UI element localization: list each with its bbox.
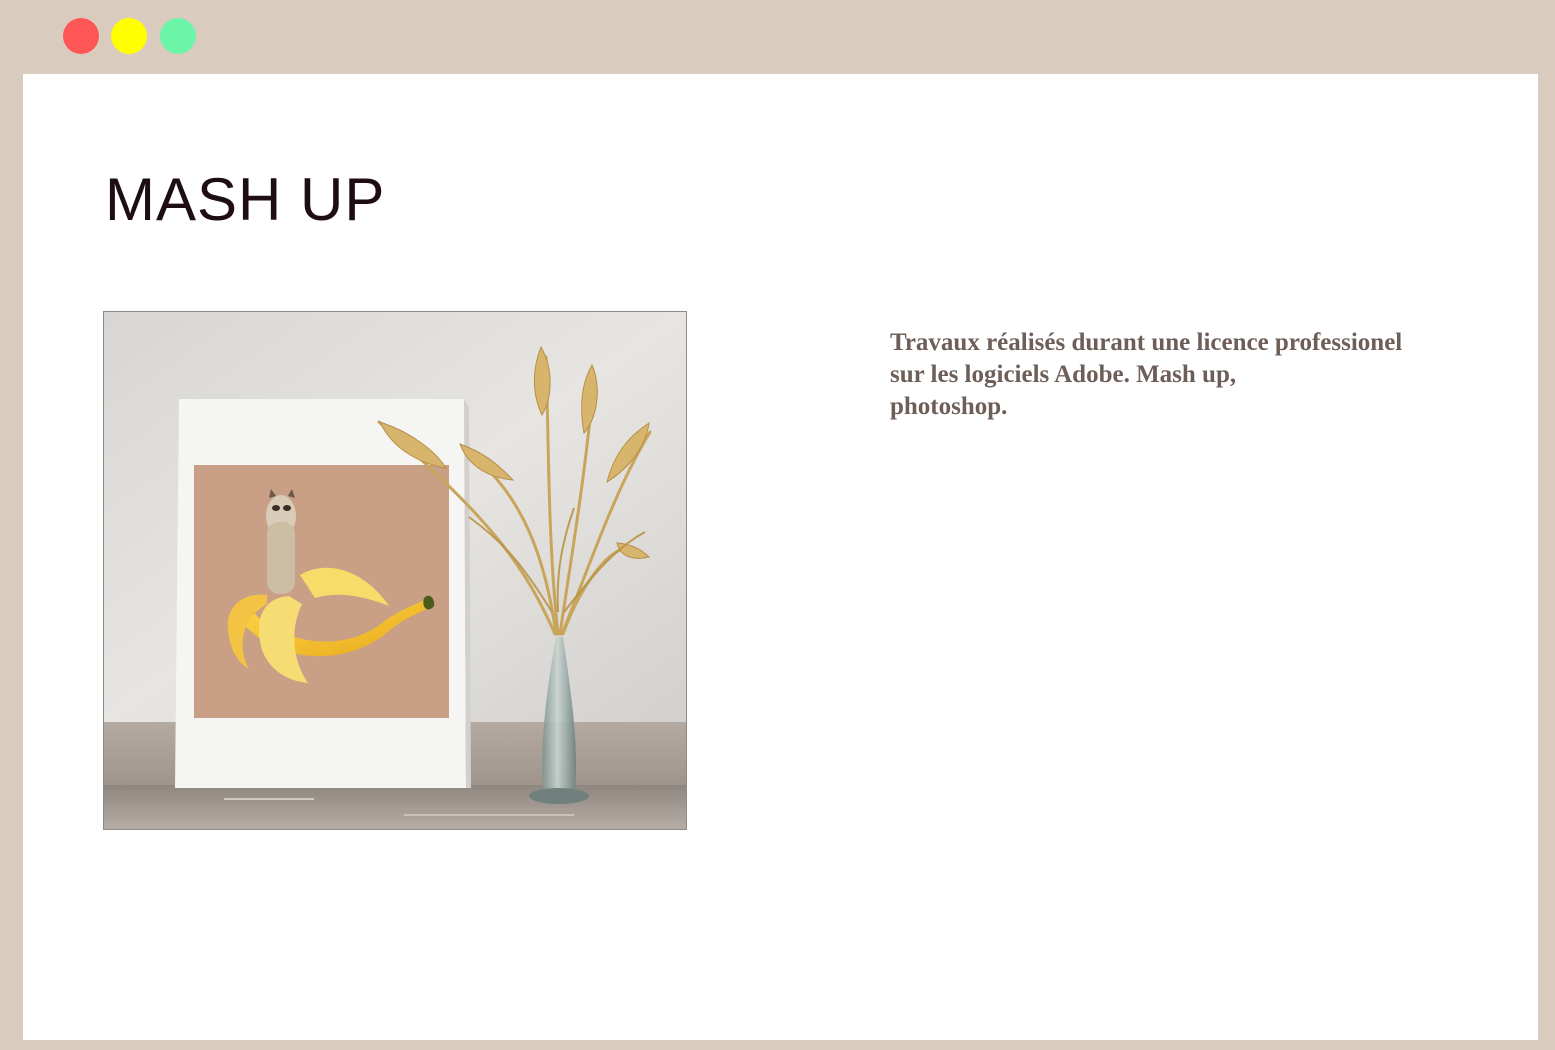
page-content: MASH UP Travaux réalisés durant une lice… [23,74,1538,1040]
page-title: MASH UP [105,166,386,233]
mashup-artwork-image [103,311,687,830]
alpaca-banana-mashup-photo [104,312,686,829]
window-title-bar [0,0,1555,74]
project-description: Travaux réalisés durant une licence prof… [890,329,1403,420]
maximize-window-button[interactable] [160,18,196,54]
close-window-button[interactable] [63,18,99,54]
minimize-window-button[interactable] [111,18,147,54]
